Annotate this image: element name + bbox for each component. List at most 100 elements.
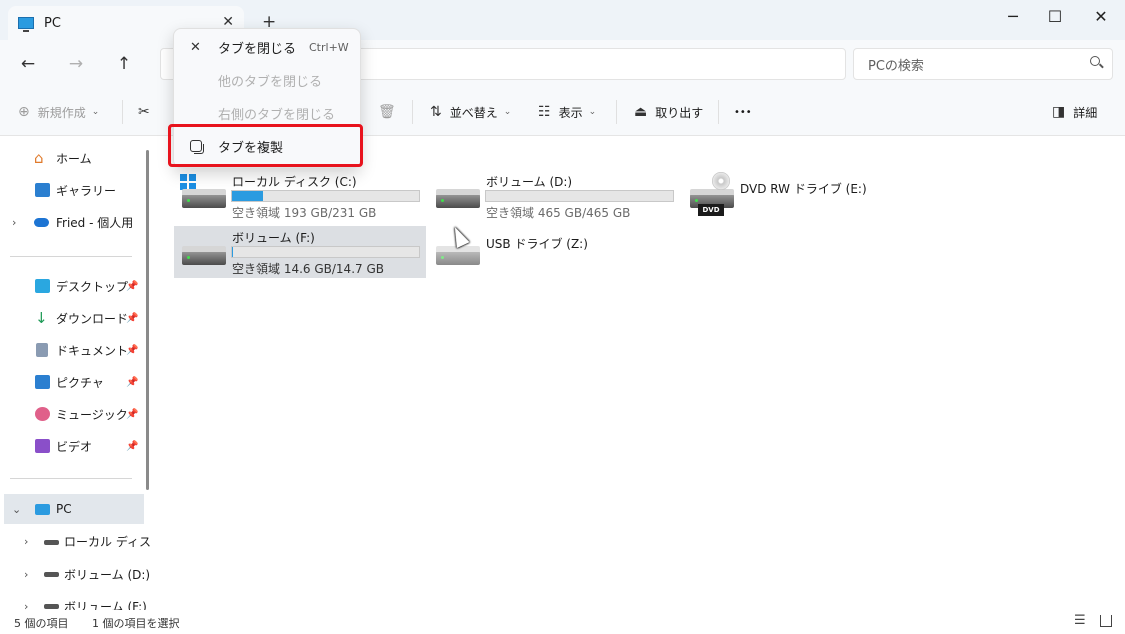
gallery-icon — [35, 183, 50, 197]
navigation-pane: ⌂ ホーム ギャラリー › Fried - 個人用 デスクトップ 📌 ↓ ダウン… — [0, 136, 150, 610]
title-bar: PC ✕ + ─ ☐ ✕ — [0, 0, 1125, 40]
sidebar-item-music[interactable]: ミュージック 📌 — [0, 402, 140, 426]
sidebar-label-documents: ドキュメント — [56, 343, 129, 358]
sidebar-item-pictures[interactable]: ピクチャ 📌 — [0, 370, 140, 394]
tiles-view-icon[interactable] — [1100, 615, 1112, 627]
sidebar-item-onedrive[interactable]: › Fried - 個人用 — [0, 210, 140, 234]
pc-icon — [18, 17, 34, 32]
sidebar-label-home: ホーム — [56, 151, 92, 166]
new-button[interactable]: ⊕ 新規作成 ⌄ — [18, 100, 99, 124]
delete-button[interactable]: 🗑 — [378, 100, 404, 124]
drive-z-tile[interactable]: USB ドライブ (Z:) — [430, 226, 680, 278]
sidebar-item-drive-d[interactable]: › ボリューム (D:) — [0, 562, 150, 586]
eject-button[interactable]: ⏏ 取り出す — [634, 100, 703, 124]
chevron-right-icon[interactable]: › — [24, 535, 28, 548]
more-button[interactable]: ••• — [734, 100, 752, 124]
trash-icon: 🗑 — [378, 104, 396, 120]
view-label: 表示 — [558, 105, 583, 120]
pc-icon — [35, 503, 50, 515]
sidebar-item-videos[interactable]: ビデオ 📌 — [0, 434, 140, 458]
drive-d-space: 空き領域 465 GB/465 GB — [486, 206, 631, 220]
pin-icon[interactable]: 📌 — [126, 345, 138, 356]
drive-f-tile[interactable]: ボリューム (F:) 空き領域 14.6 GB/14.7 GB — [174, 226, 426, 278]
download-icon: ↓ — [35, 309, 48, 327]
highlight-box — [168, 124, 363, 167]
menu-shortcut: Ctrl+W — [309, 40, 349, 54]
maximize-button[interactable]: ☐ — [1032, 4, 1078, 28]
sidebar-label-drive-c: ローカル ディスク — [64, 534, 150, 549]
status-selected: 1 個の項目を選択 — [92, 617, 180, 630]
tab-title: PC — [44, 15, 61, 31]
minimize-button[interactable]: ─ — [990, 4, 1036, 28]
menu-item-close-other-tabs[interactable]: 他のタブを閉じる — [174, 65, 360, 95]
drive-f-space: 空き領域 14.6 GB/14.7 GB — [232, 262, 384, 276]
drive-d-tile[interactable]: ボリューム (D:) 空き領域 465 GB/465 GB — [430, 172, 680, 224]
sidebar-item-drive-f[interactable]: › ボリューム (F:) — [0, 594, 147, 611]
search-input[interactable]: PCの検索 — [853, 48, 1113, 80]
pin-icon[interactable]: 📌 — [126, 377, 138, 388]
toolbar-divider — [412, 100, 413, 124]
cut-button[interactable]: ✂ — [138, 100, 158, 124]
drive-c-tile[interactable]: ローカル ディスク (C:) 空き領域 193 GB/231 GB — [176, 172, 426, 224]
pin-icon[interactable]: 📌 — [126, 313, 138, 324]
chevron-down-icon: ⌄ — [588, 107, 597, 117]
scissors-icon: ✂ — [138, 104, 150, 120]
chevron-right-icon[interactable]: › — [12, 216, 16, 229]
pin-icon[interactable]: 📌 — [126, 281, 138, 292]
toolbar-divider — [122, 100, 123, 124]
drive-f-name: ボリューム (F:) — [232, 231, 315, 245]
disc-icon — [712, 172, 730, 190]
details-button[interactable]: ◨ 詳細 — [1052, 100, 1097, 124]
menu-item-close-tab[interactable]: ✕ タブを閉じる Ctrl+W — [174, 32, 360, 62]
chevron-right-icon[interactable]: › — [24, 600, 28, 611]
details-pane-icon: ◨ — [1052, 104, 1066, 120]
drive-z-name: USB ドライブ (Z:) — [486, 237, 588, 251]
sidebar-label-downloads: ダウンロード — [56, 311, 129, 326]
sidebar-label-drive-d: ボリューム (D:) — [64, 567, 150, 582]
hard-drive-icon — [182, 246, 226, 265]
drive-c-usage-fill — [232, 191, 263, 201]
plus-circle-icon: ⊕ — [18, 104, 30, 120]
forward-button[interactable]: → — [62, 52, 90, 76]
new-label: 新規作成 — [37, 105, 86, 120]
sidebar-item-pc[interactable]: ⌄ PC — [4, 494, 144, 524]
sidebar-divider — [10, 256, 132, 257]
sidebar-label-videos: ビデオ — [56, 439, 93, 454]
close-icon: ✕ — [190, 39, 201, 55]
sort-button[interactable]: ⇅ 並べ替え ⌄ — [430, 100, 511, 124]
pin-icon[interactable]: 📌 — [126, 409, 138, 420]
menu-label-close-right-tabs: 右側のタブを閉じる — [218, 107, 336, 123]
chevron-down-icon[interactable]: ⌄ — [12, 503, 21, 516]
sidebar-label-desktop: デスクトップ — [56, 279, 129, 294]
sidebar-item-desktop[interactable]: デスクトップ 📌 — [0, 274, 140, 298]
sidebar-item-gallery[interactable]: ギャラリー — [0, 178, 140, 202]
sidebar-item-documents[interactable]: ドキュメント 📌 — [0, 338, 140, 362]
sidebar-label-music: ミュージック — [56, 407, 128, 422]
home-icon: ⌂ — [34, 149, 44, 167]
close-window-button[interactable]: ✕ — [1078, 4, 1124, 28]
sidebar-label-pc: PC — [56, 502, 72, 516]
drive-c-space: 空き領域 193 GB/231 GB — [232, 206, 377, 220]
pictures-icon — [35, 375, 50, 389]
music-icon — [35, 407, 50, 421]
sidebar-item-drive-c[interactable]: › ローカル ディスク — [0, 529, 150, 553]
sidebar-item-downloads[interactable]: ↓ ダウンロード 📌 — [0, 306, 140, 330]
status-item-count: 5 個の項目 — [14, 617, 69, 630]
drive-e-name: DVD RW ドライブ (E:) — [740, 182, 867, 196]
back-button[interactable]: ← — [14, 52, 42, 76]
usb-drive-icon — [436, 246, 480, 265]
sidebar-scrollbar[interactable] — [146, 150, 149, 490]
desktop-icon — [35, 279, 50, 293]
sidebar-item-home[interactable]: ⌂ ホーム — [0, 146, 140, 170]
eject-label: 取り出す — [655, 105, 704, 120]
sidebar-label-drive-f: ボリューム (F:) — [64, 599, 147, 611]
drive-e-tile[interactable]: DVD DVD RW ドライブ (E:) — [684, 172, 934, 224]
view-button[interactable]: ☷ 表示 ⌄ — [538, 100, 596, 124]
drive-c-name: ローカル ディスク (C:) — [232, 175, 357, 189]
document-icon — [36, 343, 48, 357]
chevron-right-icon[interactable]: › — [24, 568, 28, 581]
search-placeholder: PCの検索 — [868, 58, 924, 74]
up-button[interactable]: ↑ — [110, 52, 138, 76]
pin-icon[interactable]: 📌 — [126, 441, 138, 452]
details-view-icon[interactable]: ☰ — [1074, 613, 1086, 628]
